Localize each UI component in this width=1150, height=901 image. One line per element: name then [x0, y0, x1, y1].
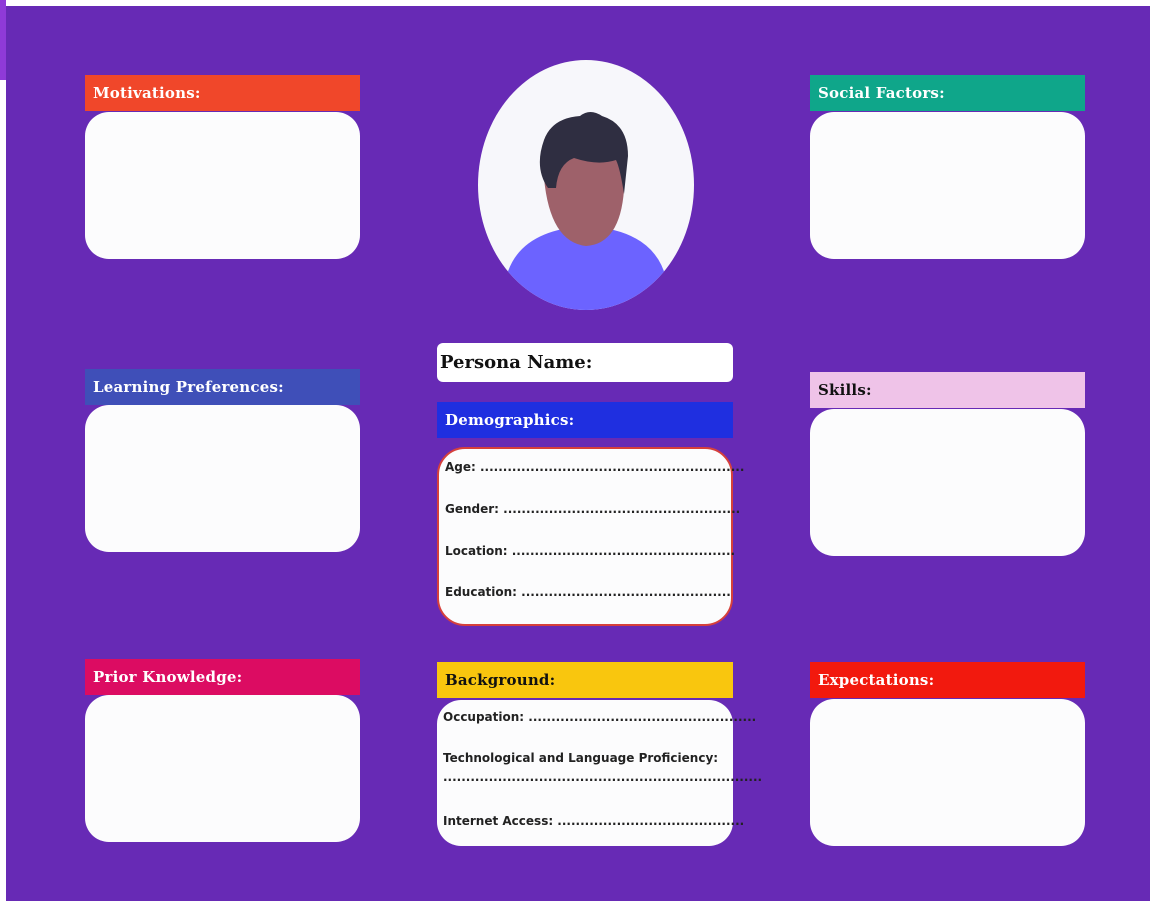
prior-knowledge-card[interactable]	[85, 695, 360, 842]
person-avatar-icon	[506, 112, 666, 310]
occupation-field[interactable]: Occupation: ............................…	[443, 710, 756, 724]
demographics-header: Demographics:	[437, 402, 733, 438]
learning-preferences-header: Learning Preferences:	[85, 369, 360, 405]
social-factors-card[interactable]	[810, 112, 1085, 259]
corner-accent	[0, 0, 6, 80]
skills-card[interactable]	[810, 409, 1085, 556]
gender-field[interactable]: Gender: ................................…	[445, 502, 740, 516]
expectations-card[interactable]	[810, 699, 1085, 846]
motivations-card[interactable]	[85, 112, 360, 259]
prior-knowledge-header: Prior Knowledge:	[85, 659, 360, 695]
social-factors-header: Social Factors:	[810, 75, 1085, 111]
background-header: Background:	[437, 662, 733, 698]
location-field[interactable]: Location: ..............................…	[445, 544, 735, 558]
background-card[interactable]: Occupation: ............................…	[437, 700, 762, 846]
avatar-frame	[478, 60, 694, 310]
age-field[interactable]: Age: ...................................…	[445, 460, 744, 474]
demographics-card[interactable]: Age: ...................................…	[437, 447, 744, 626]
learning-preferences-card[interactable]	[85, 405, 360, 552]
tech-language-field[interactable]: ........................................…	[443, 770, 762, 784]
expectations-header: Expectations:	[810, 662, 1085, 698]
education-field[interactable]: Education: .............................…	[445, 585, 731, 599]
persona-name-field[interactable]: Persona Name:	[437, 343, 733, 382]
internet-access-field[interactable]: Internet Access: .......................…	[443, 814, 744, 828]
motivations-header: Motivations:	[85, 75, 360, 111]
tech-language-label: Technological and Language Proficiency:	[443, 751, 719, 765]
skills-header: Skills:	[810, 372, 1085, 408]
